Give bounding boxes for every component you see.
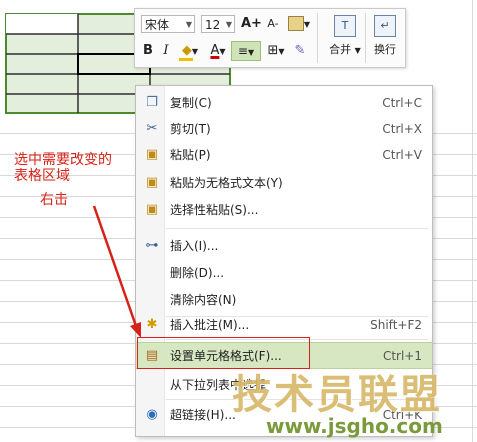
- watermark-logo: 技术员联盟 www.jsgho.com: [232, 362, 472, 442]
- instruction-text-line2: 表格区域: [14, 168, 70, 184]
- right-click-text: 右击: [40, 192, 68, 208]
- watermark-url: www.jsgho.com: [266, 414, 443, 438]
- watermark-text: 技术员联盟: [232, 372, 442, 418]
- instruction-text-line1: 选中需要改变的: [14, 152, 112, 168]
